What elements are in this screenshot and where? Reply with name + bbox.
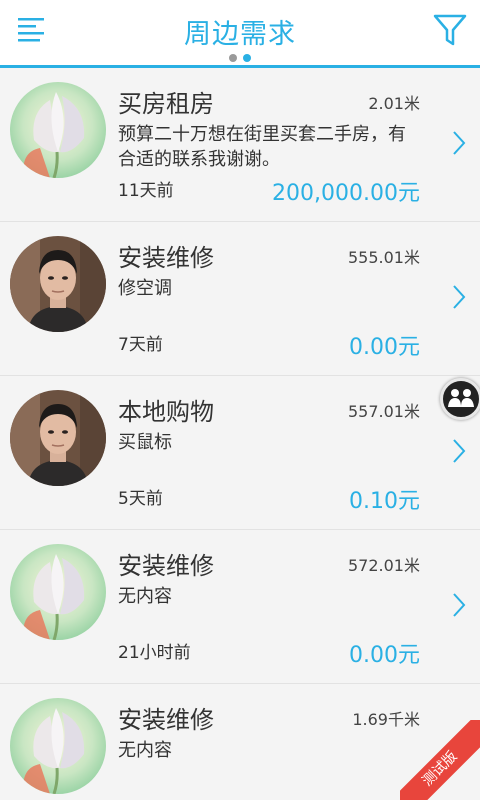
item-time: 7天前 — [118, 335, 163, 355]
item-price: 0.00元 — [349, 643, 420, 668]
item-description: 预算二十万想在街里买套二手房，有合适的联系我谢谢。 — [118, 124, 406, 170]
page-indicator — [0, 54, 480, 62]
avatar — [10, 82, 106, 178]
filter-icon[interactable] — [432, 12, 468, 48]
person-avatar-icon — [10, 390, 106, 486]
ribbon-label: 测试版 — [400, 720, 480, 800]
chevron-right-icon — [453, 285, 466, 309]
item-category: 买房租房 — [118, 90, 214, 118]
avatar — [10, 390, 106, 486]
item-price: 0.00元 — [349, 335, 420, 360]
item-time: 21小时前 — [118, 643, 191, 663]
test-version-ribbon: 测试版 — [400, 720, 480, 800]
item-category: 本地购物 — [118, 398, 214, 426]
list-item[interactable]: 本地购物 557.01米 买鼠标 5天前 0.10元 — [0, 376, 480, 530]
avatar — [10, 544, 106, 640]
item-price: 0.10元 — [349, 489, 420, 514]
item-category: 安装维修 — [118, 552, 214, 580]
item-time: 11天前 — [118, 181, 174, 201]
chevron-right-icon — [453, 439, 466, 463]
person-avatar-icon — [10, 236, 106, 332]
flower-avatar-icon — [10, 82, 106, 178]
item-distance: 557.01米 — [348, 402, 420, 421]
people-group-icon — [448, 389, 474, 407]
avatar — [10, 698, 106, 794]
item-distance: 555.01米 — [348, 248, 420, 267]
item-description: 买鼠标 — [118, 432, 172, 453]
avatar — [10, 236, 106, 332]
flower-avatar-icon — [10, 544, 106, 640]
floating-people-button[interactable] — [440, 378, 480, 420]
item-description: 无内容 — [118, 740, 172, 761]
list-item[interactable]: 买房租房 2.01米 预算二十万想在街里买套二手房，有合适的联系我谢谢。 11天… — [0, 68, 480, 222]
list-item[interactable]: 安装维修 572.01米 无内容 21小时前 0.00元 — [0, 530, 480, 684]
page-title: 周边需求 — [184, 19, 296, 50]
item-time: 5天前 — [118, 489, 163, 509]
header-bar: 周边需求 — [0, 0, 480, 68]
page-dot-2[interactable] — [243, 54, 251, 62]
item-category: 安装维修 — [118, 244, 214, 272]
chevron-right-icon — [453, 593, 466, 617]
item-category: 安装维修 — [118, 706, 214, 734]
item-description: 无内容 — [118, 586, 172, 607]
item-price: 200,000.00元 — [272, 181, 420, 206]
chevron-right-icon — [453, 131, 466, 155]
demand-list: 买房租房 2.01米 预算二十万想在街里买套二手房，有合适的联系我谢谢。 11天… — [0, 68, 480, 800]
list-item[interactable]: 安装维修 555.01米 修空调 7天前 0.00元 — [0, 222, 480, 376]
item-distance: 572.01米 — [348, 556, 420, 575]
flower-avatar-icon — [10, 698, 106, 794]
item-description: 修空调 — [118, 278, 172, 299]
page-dot-1[interactable] — [229, 54, 237, 62]
item-distance: 2.01米 — [368, 94, 420, 113]
